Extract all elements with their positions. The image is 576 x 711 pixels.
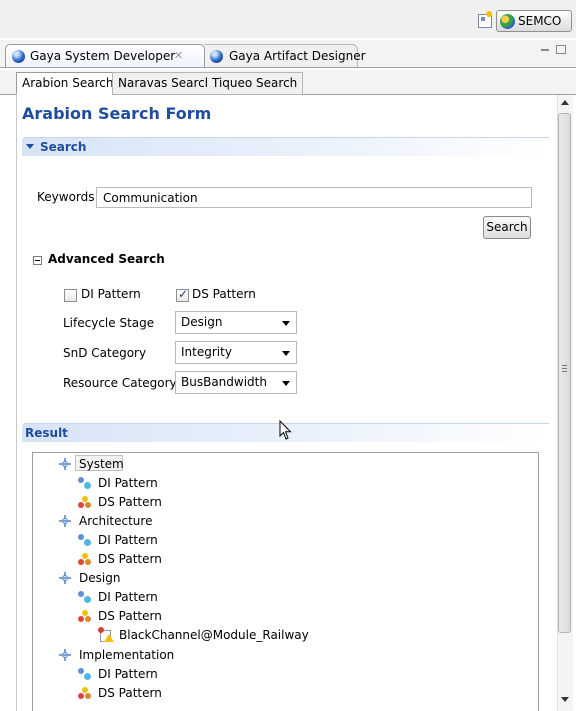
search-section-header[interactable]: Search [22,137,549,156]
advanced-search-title: Advanced Search [48,252,165,266]
di-pattern-label: DI Pattern [81,287,141,301]
category-icon [59,515,71,527]
perspective-semco-button[interactable]: SEMCO [496,10,572,32]
tab-gaya-system-developer[interactable]: Gaya System Developer ✕ [5,44,205,68]
keywords-input[interactable]: Communication [96,187,532,208]
section-title: Search [40,140,87,154]
scroll-up-icon[interactable] [561,100,569,105]
ds-pattern-icon [78,496,92,509]
maximize-icon[interactable] [556,45,566,54]
tab-tiqueo-search[interactable]: Tiqueo Search [207,72,304,95]
di-pattern-icon [78,534,92,546]
dropdown-arrow-icon[interactable] [282,321,290,326]
tab-gaya-artifact-designer[interactable]: Gaya Artifact Designer [205,44,366,68]
snd-category-value: Integrity [181,345,232,359]
ds-pattern-icon [78,687,92,700]
di-pattern-icon [78,668,92,680]
snd-category-label: SnD Category [63,346,147,360]
minimize-icon[interactable] [541,49,549,51]
category-icon [59,649,71,661]
collapse-icon[interactable] [33,256,42,265]
keywords-label: Keywords [37,190,95,204]
gaya-ball-icon [12,50,25,63]
snd-category-select[interactable]: Integrity [175,341,297,364]
dropdown-arrow-icon[interactable] [282,351,290,356]
close-icon[interactable]: ✕ [174,49,183,62]
form-frame-border [16,95,17,711]
globe-icon [500,14,515,29]
grip-icon [562,365,567,372]
page-title: Arabion Search Form [22,104,212,123]
search-button[interactable]: Search [483,216,531,239]
resource-file-icon [98,627,114,643]
di-pattern-icon [78,591,92,603]
ds-pattern-checkbox[interactable] [176,287,189,302]
tab-naravas-search[interactable]: Naravas Search [112,72,219,95]
tab-label: Gaya Artifact Designer [229,49,366,63]
resource-category-value: BusBandwidth [181,375,267,389]
tab-arabion-search[interactable]: Arabion Search [16,72,120,95]
tab-label: Gaya System Developer [30,49,176,63]
ds-pattern-label: DS Pattern [192,287,256,301]
resource-category-label: Resource Category [63,376,177,390]
lifecycle-stage-label: Lifecycle Stage [63,316,155,330]
scroll-down-icon[interactable] [561,697,569,702]
di-pattern-checkbox[interactable] [64,289,77,302]
scrollbar-thumb[interactable] [558,113,571,633]
category-icon [59,572,71,584]
gaya-ball-icon [210,50,223,63]
ds-pattern-icon [78,610,92,623]
mouse-cursor-icon [279,420,292,440]
category-icon [59,458,71,470]
chevron-down-icon[interactable] [26,144,34,149]
ds-pattern-icon [78,553,92,566]
lifecycle-stage-select[interactable]: Design [175,311,297,334]
di-pattern-icon [78,477,92,489]
perspective-label: SEMCO [518,14,562,28]
section-title: Result [25,426,68,440]
open-perspective-icon[interactable] [478,11,492,28]
lifecycle-stage-value: Design [181,315,223,329]
tab-divider [0,67,576,68]
resource-category-select[interactable]: BusBandwidth [175,371,297,394]
dropdown-arrow-icon[interactable] [282,381,290,386]
